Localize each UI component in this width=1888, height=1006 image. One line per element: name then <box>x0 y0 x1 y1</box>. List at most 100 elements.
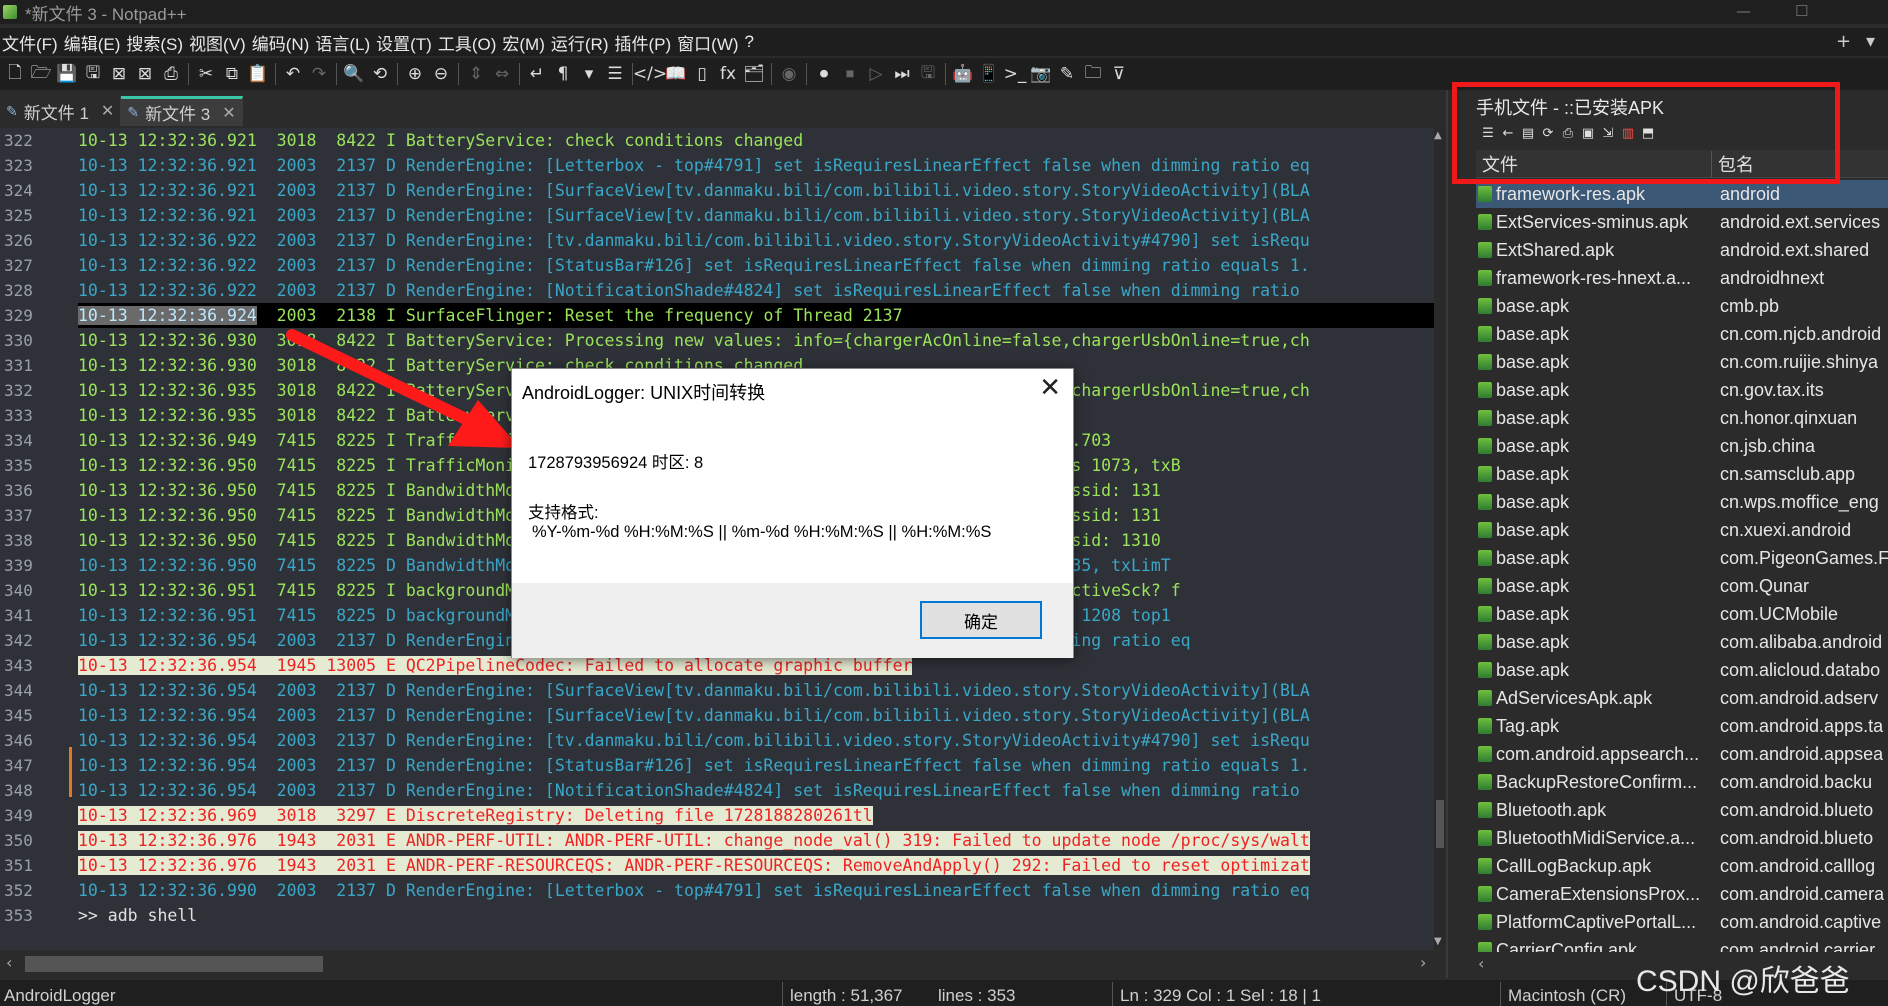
log-line[interactable]: 10-13 12:32:36.924 2003 2138 I SurfaceFl… <box>78 303 1440 328</box>
scrollbar-thumb[interactable] <box>25 956 323 972</box>
indent-guide-icon[interactable]: ☰ <box>602 61 628 87</box>
maximize-button[interactable]: ☐ <box>1795 0 1808 22</box>
menu-item-7[interactable]: 工具(O) <box>436 30 501 55</box>
new-file-icon[interactable]: 🗋 <box>2 61 28 87</box>
scroll-left-icon[interactable]: ‹ <box>1478 954 1484 973</box>
vertical-scrollbar[interactable]: ▲ ▼ <box>1434 128 1446 950</box>
run-macro-multiple-icon[interactable]: ⏭ <box>889 61 915 87</box>
sync-horizontal-icon[interactable]: ⇔ <box>489 61 515 87</box>
open-folder-icon[interactable]: 🗁 <box>28 61 54 87</box>
android-icon[interactable]: 🤖 <box>950 61 976 87</box>
apk-list-item[interactable]: base.apk cn.honor.qinxuan <box>1476 404 1888 432</box>
horizontal-scrollbar[interactable]: ‹ › <box>0 950 1446 978</box>
apk-list-item[interactable]: base.apk com.Qunar <box>1476 572 1888 600</box>
menu-item-8[interactable]: 宏(M) <box>500 30 548 55</box>
menu-item-10[interactable]: 插件(P) <box>612 30 675 55</box>
monitor-icon[interactable]: ◉ <box>776 61 802 87</box>
apk-list-item[interactable]: base.apk cn.gov.tax.its <box>1476 376 1888 404</box>
apk-list-item[interactable]: framework-res.apk android <box>1476 180 1888 208</box>
apk-list-item[interactable]: base.apk cn.com.njcb.android <box>1476 320 1888 348</box>
log-line[interactable]: 10-13 12:32:36.976 1943 2031 E ANDR-PERF… <box>78 828 1440 853</box>
apk-list-item[interactable]: PlatformCaptivePortalL... com.android.cap… <box>1476 908 1888 936</box>
undo-icon[interactable]: ↶ <box>280 61 306 87</box>
menu-item-9[interactable]: 运行(R) <box>549 30 613 55</box>
log-line[interactable]: 10-13 12:32:36.922 2003 2137 D RenderEng… <box>78 253 1440 278</box>
log-line[interactable]: 10-13 12:32:36.954 2003 2137 D RenderEng… <box>78 753 1440 778</box>
apk-list-item[interactable]: base.apk com.UCMobile <box>1476 600 1888 628</box>
zoom-out-icon[interactable]: ⊖ <box>428 61 454 87</box>
terminal-icon[interactable]: >_ <box>1002 61 1028 87</box>
tab-new-file-3[interactable]: ✎ 新文件 3 ✕ <box>121 96 243 126</box>
folder-icon[interactable]: 🗀 <box>1080 61 1106 87</box>
record-macro-icon[interactable]: ⏺ <box>811 61 837 87</box>
stop-macro-icon[interactable]: ⏹ <box>837 61 863 87</box>
book-icon[interactable]: 📖 <box>663 61 689 87</box>
menu-item-3[interactable]: 视图(V) <box>187 30 250 55</box>
minimize-button[interactable]: — <box>1736 0 1751 22</box>
log-line[interactable]: >> adb shell <box>78 903 1440 928</box>
phone-icon[interactable]: 📱 <box>976 61 1002 87</box>
log-line[interactable]: 10-13 12:32:36.922 2003 2137 D RenderEng… <box>78 228 1440 253</box>
filter-icon[interactable]: ⊽ <box>1106 61 1132 87</box>
log-line[interactable]: 10-13 12:32:36.954 2003 2137 D RenderEng… <box>78 778 1440 803</box>
apk-list-item[interactable]: Bluetooth.apk com.android.blueto <box>1476 796 1888 824</box>
log-line[interactable]: 10-13 12:32:36.990 2003 2137 D RenderEng… <box>78 878 1440 903</box>
log-line[interactable]: 10-13 12:32:36.930 3018 8422 I BatterySe… <box>78 328 1440 353</box>
log-line[interactable]: 10-13 12:32:36.969 3018 3297 E DiscreteR… <box>78 803 1440 828</box>
apk-list-item[interactable]: CallLogBackup.apk com.android.calllog <box>1476 852 1888 880</box>
apk-list-item[interactable]: CameraExtensionsProx... com.android.camer… <box>1476 880 1888 908</box>
apk-list-item[interactable]: base.apk com.alibaba.android <box>1476 628 1888 656</box>
menu-item-4[interactable]: 编码(N) <box>250 30 314 55</box>
camera-icon[interactable]: 📷 <box>1028 61 1054 87</box>
apk-list-item[interactable]: base.apk cmb.pb <box>1476 292 1888 320</box>
function-list-icon[interactable]: fx <box>715 61 741 87</box>
find-icon[interactable]: 🔍 <box>341 61 367 87</box>
menu-item-5[interactable]: 语言(L) <box>313 30 374 55</box>
show-all-chars-icon[interactable]: ¶ <box>550 61 576 87</box>
zoom-in-icon[interactable]: ⊕ <box>402 61 428 87</box>
ok-button[interactable]: 确定 <box>920 601 1042 639</box>
close-icon[interactable]: ⊠ <box>106 61 132 87</box>
apk-list-item[interactable]: AdServicesApk.apk com.android.adserv <box>1476 684 1888 712</box>
apk-list-item[interactable]: Tag.apk com.android.apps.ta <box>1476 712 1888 740</box>
menu-item-6[interactable]: 设置(T) <box>374 30 436 55</box>
word-wrap-icon[interactable]: ↵ <box>524 61 550 87</box>
log-line[interactable]: 10-13 12:32:36.954 2003 2137 D RenderEng… <box>78 678 1440 703</box>
paste-icon[interactable]: 📋 <box>245 61 271 87</box>
log-line[interactable]: 10-13 12:32:36.954 2003 2137 D RenderEng… <box>78 703 1440 728</box>
menu-item-2[interactable]: 搜索(S) <box>124 30 187 55</box>
close-tab-icon[interactable]: ✕ <box>222 103 235 123</box>
apk-list-item[interactable]: base.apk cn.xuexi.android <box>1476 516 1888 544</box>
redo-icon[interactable]: ↷ <box>306 61 332 87</box>
dropdown-icon[interactable]: ▾ <box>576 61 602 87</box>
tab-new-file-1[interactable]: ✎ 新文件 1 ✕ <box>0 96 122 126</box>
tab-list-dropdown-icon[interactable]: ▾ <box>1866 31 1875 52</box>
copy-icon[interactable]: ⧉ <box>219 61 245 87</box>
scroll-up-icon[interactable]: ▲ <box>1434 130 1442 141</box>
log-line[interactable]: 10-13 12:32:36.922 2003 2137 D RenderEng… <box>78 278 1440 303</box>
apk-list-item[interactable]: framework-res-hnext.a... androidhnext <box>1476 264 1888 292</box>
apk-list-item[interactable]: base.apk com.PigeonGames.F <box>1476 544 1888 572</box>
menu-item-12[interactable]: ? <box>743 32 758 52</box>
replace-icon[interactable]: ⟲ <box>367 61 393 87</box>
save-macro-icon[interactable]: 🖫 <box>915 61 941 87</box>
cut-icon[interactable]: ✂ <box>193 61 219 87</box>
log-line[interactable]: 10-13 12:32:36.921 2003 2137 D RenderEng… <box>78 178 1440 203</box>
log-icon[interactable]: ✎ <box>1054 61 1080 87</box>
menu-item-11[interactable]: 窗口(W) <box>675 30 742 55</box>
log-line[interactable]: 10-13 12:32:36.921 2003 2137 D RenderEng… <box>78 153 1440 178</box>
scroll-right-icon[interactable]: › <box>1420 953 1426 972</box>
new-tab-plus-icon[interactable]: + <box>1836 31 1851 52</box>
close-all-icon[interactable]: ⊠ <box>132 61 158 87</box>
scrollbar-thumb[interactable] <box>1436 800 1444 848</box>
selected-text[interactable]: 10-13 12:32:36.924 <box>78 306 257 325</box>
apk-list-item[interactable]: base.apk cn.wps.moffice_eng <box>1476 488 1888 516</box>
apk-list-item[interactable]: base.apk cn.com.ruijie.shinya <box>1476 348 1888 376</box>
save-all-icon[interactable]: 🖫 <box>80 61 106 87</box>
menu-item-1[interactable]: 编辑(E) <box>62 30 125 55</box>
log-line[interactable]: 10-13 12:32:36.954 2003 2137 D RenderEng… <box>78 728 1440 753</box>
close-tab-icon[interactable]: ✕ <box>101 101 114 121</box>
sync-vertical-icon[interactable]: ⇕ <box>463 61 489 87</box>
apk-list-item[interactable]: ExtShared.apk android.ext.shared <box>1476 236 1888 264</box>
scroll-left-icon[interactable]: ‹ <box>6 953 12 972</box>
